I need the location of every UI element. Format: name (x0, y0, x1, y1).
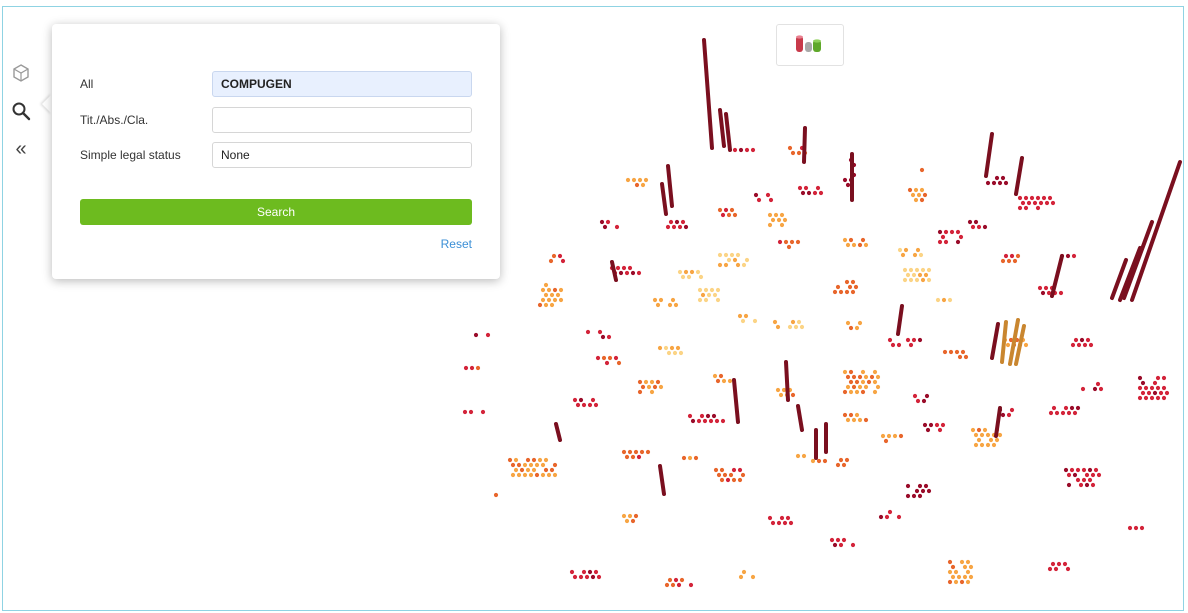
patent-bar[interactable] (660, 182, 668, 216)
all-label: All (80, 77, 94, 91)
all-input[interactable] (212, 71, 472, 97)
patent-bar[interactable] (554, 422, 562, 442)
search-button[interactable]: Search (80, 199, 472, 225)
patent-bar[interactable] (802, 126, 807, 164)
patent-bar[interactable] (1014, 156, 1024, 196)
title-abstract-claims-input[interactable] (212, 107, 472, 133)
patent-bar[interactable] (984, 132, 994, 178)
left-toolbar: « (10, 62, 34, 176)
patent-bar[interactable] (1118, 246, 1142, 302)
patent-bar[interactable] (610, 260, 618, 282)
patent-bar[interactable] (666, 164, 674, 208)
patent-bar[interactable] (994, 406, 1002, 438)
patent-bar[interactable] (1130, 160, 1182, 302)
cylinders-icon[interactable] (776, 24, 844, 66)
cube-icon[interactable] (10, 62, 32, 84)
patent-bar[interactable] (718, 108, 726, 148)
all-row: All (80, 71, 472, 97)
patent-bar[interactable] (1000, 320, 1008, 364)
legal-status-row: Simple legal status None (80, 142, 472, 168)
patent-bars (554, 38, 1182, 496)
title-abstract-claims-row: Tit./Abs./Cla. (80, 107, 472, 133)
patent-bar[interactable] (702, 38, 714, 150)
patent-bar[interactable] (658, 464, 666, 496)
patent-bar[interactable] (896, 304, 904, 336)
title-abstract-claims-label: Tit./Abs./Cla. (80, 113, 149, 127)
search-panel: All Tit./Abs./Cla. Simple legal status N… (52, 24, 500, 279)
panel-pointer (42, 94, 52, 114)
patent-bar[interactable] (796, 404, 804, 432)
patent-bar[interactable] (990, 322, 1000, 360)
search-icon[interactable] (10, 100, 32, 122)
patent-bar[interactable] (724, 112, 732, 152)
legal-status-label: Simple legal status (80, 148, 181, 162)
patent-bar[interactable] (1050, 254, 1064, 298)
patent-bar[interactable] (732, 378, 740, 424)
legal-status-select[interactable]: None (212, 142, 472, 168)
dot-clusters (462, 145, 1170, 588)
collapse-icon[interactable]: « (10, 138, 32, 160)
reset-link[interactable]: Reset (441, 237, 472, 251)
patent-bar[interactable] (784, 360, 790, 402)
